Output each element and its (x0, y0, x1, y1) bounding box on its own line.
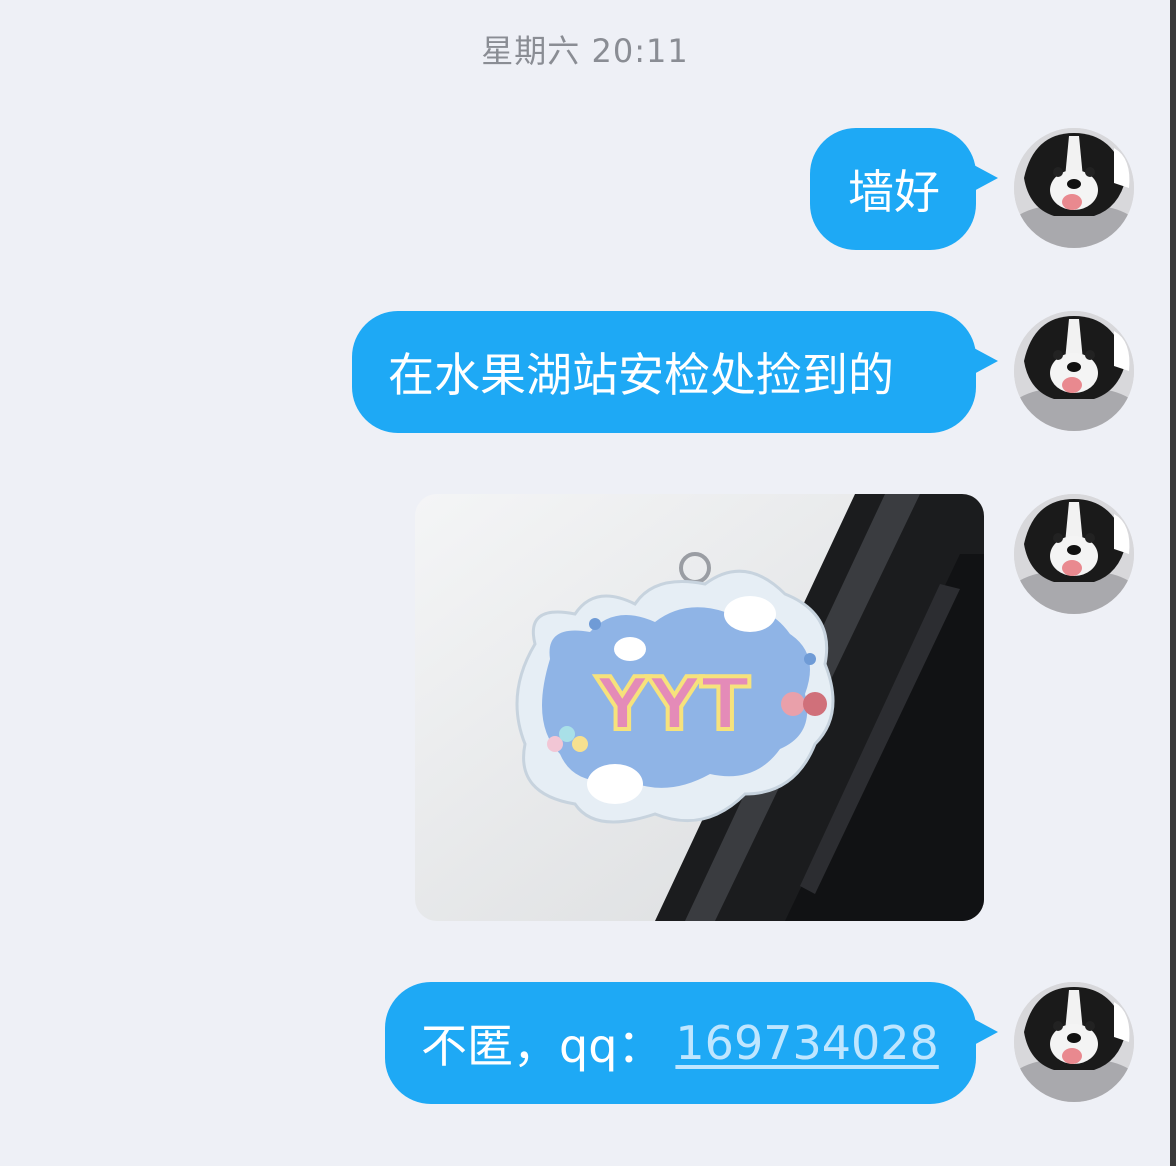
message-bubble[interactable]: 墙好 (810, 128, 998, 250)
keychain-photo: YYT (415, 494, 984, 921)
sender-avatar[interactable] (1014, 494, 1134, 614)
dog-avatar-icon (1014, 311, 1134, 431)
sender-avatar[interactable] (1014, 128, 1134, 248)
bubble-tail (972, 1018, 998, 1046)
bubble-tail (972, 347, 998, 375)
message-image[interactable]: YYT (415, 494, 984, 921)
sender-avatar[interactable] (1014, 982, 1134, 1102)
screen-edge (1170, 0, 1176, 1166)
message-text: 墙好 (848, 165, 940, 219)
message-bubble[interactable]: 在水果湖站安检处捡到的 (352, 311, 998, 433)
keychain-text: YYT (595, 662, 749, 746)
qq-number-link[interactable]: 169734028 (675, 1016, 938, 1070)
bubble-tail (972, 164, 998, 192)
message-bubble[interactable]: 不匿，qq： 169734028 (385, 982, 998, 1104)
message-timestamp: 星期六 20:11 (481, 32, 689, 70)
dog-avatar-icon (1014, 128, 1134, 248)
message-text: 在水果湖站安检处捡到的 (388, 348, 894, 402)
message-text: 不匿，qq： (421, 1019, 664, 1073)
sender-avatar[interactable] (1014, 311, 1134, 431)
dog-avatar-icon (1014, 494, 1134, 614)
dog-avatar-icon (1014, 982, 1134, 1102)
